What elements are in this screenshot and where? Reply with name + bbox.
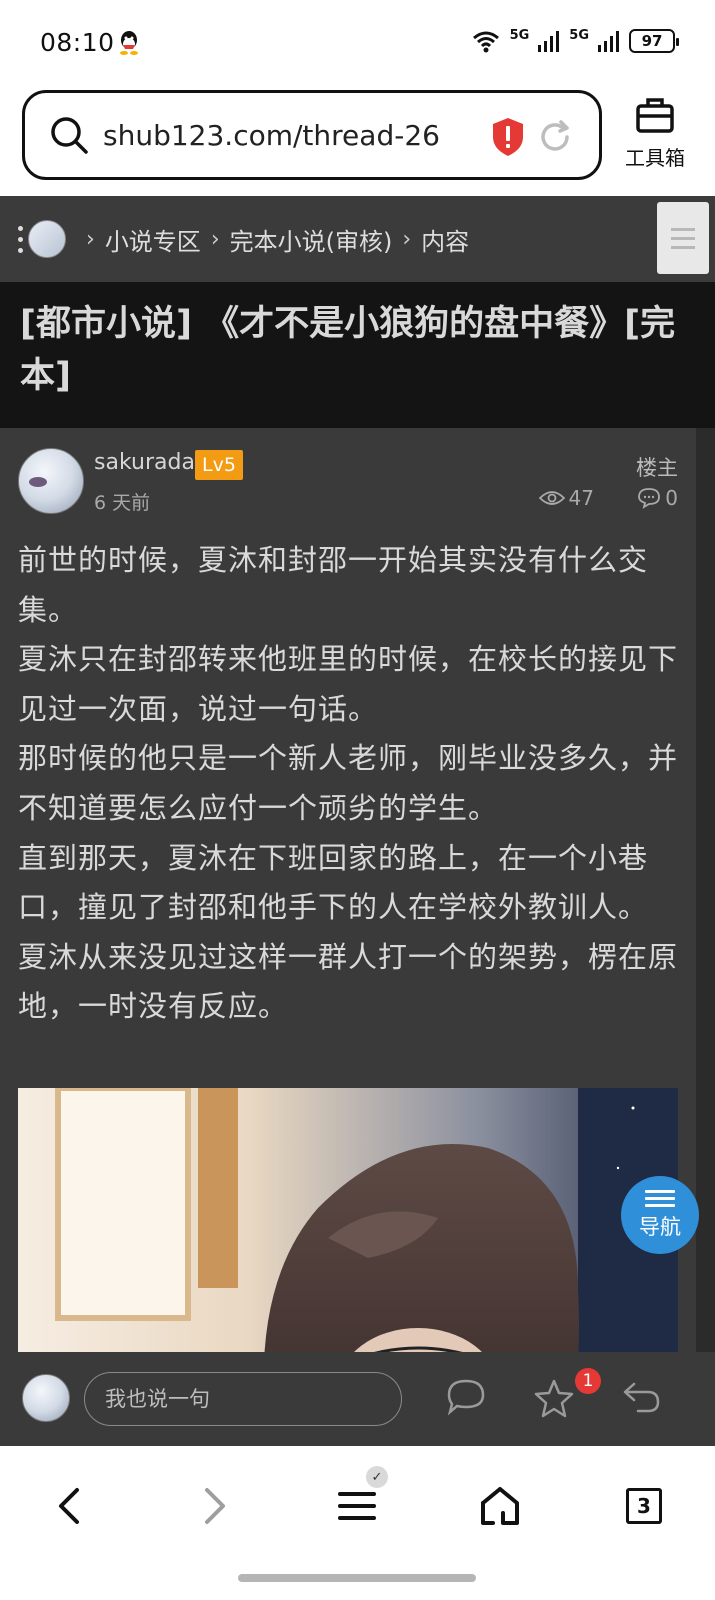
post-card: sakurada Lv5 6 天前 楼主 47 0 前世的时候，夏沐和封邵一开始… (0, 428, 696, 1446)
post-content: 前世的时候，夏沐和封邵一开始其实没有什么交集。 夏沐只在封邵转来他班里的时候，在… (18, 536, 678, 1032)
post-paragraph: 直到那天，夏沐在下班回家的路上，在一个小巷口，撞见了封邵和他手下的人在学校外教训… (18, 840, 649, 925)
check-icon: ✓ (366, 1466, 388, 1488)
post-time: 6 天前 (94, 492, 151, 514)
battery-level: 97 (641, 32, 663, 50)
favorite-count-badge: 1 (575, 1368, 601, 1394)
post-paragraph: 夏沐从来没见过这样一群人打一个的架势，楞在原地，一时没有反应。 (18, 939, 679, 1024)
network-label-2: 5G (569, 28, 589, 43)
site-avatar[interactable] (28, 220, 66, 258)
breadcrumb-item-content: 内容 (421, 227, 470, 256)
comment-icon (638, 488, 661, 509)
page-scrollbar[interactable] (696, 428, 715, 1446)
more-dots-icon[interactable] (18, 225, 24, 253)
post-author-row: sakurada Lv5 6 天前 楼主 47 0 (18, 448, 678, 518)
site-menu-button[interactable] (657, 202, 709, 274)
web-page: › 小说专区 › 完本小说(审核) › 内容 [都市小说] 《才不是小狼狗的盘中… (0, 196, 715, 1446)
reply-bar: 我也说一句 1 (0, 1352, 715, 1446)
status-icons: 5G 5G 97 (470, 28, 679, 54)
comment-icon[interactable] (446, 1378, 486, 1416)
eye-icon (538, 491, 565, 505)
breadcrumb-item-completed[interactable]: 完本小说(审核) (230, 222, 393, 257)
forward-icon (205, 1488, 225, 1524)
floor-owner-label: 楼主 (636, 456, 678, 480)
level-badge: Lv5 (195, 450, 243, 480)
home-button[interactable] (470, 1476, 530, 1536)
toolbox-icon (636, 98, 674, 133)
my-avatar[interactable] (22, 1374, 70, 1422)
back-icon (59, 1488, 79, 1524)
post-paragraph: 前世的时候，夏沐和封邵一开始其实没有什么交集。 (18, 543, 649, 627)
menu-icon (338, 1492, 376, 1520)
reply-count: 0 (637, 486, 678, 510)
qq-icon (120, 31, 138, 55)
reply-count-value: 0 (665, 486, 678, 510)
status-bar: 08:10 5G 5G 97 (0, 0, 715, 88)
address-bar[interactable]: shub123.com/thread-26... (22, 90, 602, 180)
breadcrumb-item-novels[interactable]: 小说专区 (105, 222, 201, 257)
wifi-icon (472, 31, 499, 53)
reply-icon[interactable] (622, 1378, 662, 1416)
signal-icon-2 (598, 31, 619, 52)
home-icon (481, 1487, 519, 1525)
floating-nav-button[interactable]: 导航 (621, 1176, 699, 1254)
tabs-button[interactable]: 3 (614, 1476, 674, 1536)
thread-title-block: [都市小说] 《才不是小狼狗的盘中餐》[完本] (0, 282, 715, 428)
post-paragraph: 那时候的他只是一个新人老师，刚毕业没多久，并不知道要怎么应付一个顽劣的学生。 (18, 741, 679, 825)
forward-button[interactable] (184, 1476, 244, 1536)
toolbox-button[interactable]: 工具箱 (615, 96, 695, 171)
toolbox-label: 工具箱 (625, 146, 685, 170)
breadcrumb-separator: › (210, 226, 220, 252)
status-time: 08:10 (40, 28, 115, 57)
shield-icon[interactable] (491, 117, 525, 157)
author-username[interactable]: sakurada (94, 450, 195, 475)
reload-icon[interactable] (537, 119, 573, 155)
browser-toolbar: shub123.com/thread-26... 工具箱 (0, 88, 715, 196)
view-count: 47 (538, 486, 594, 510)
reply-input[interactable]: 我也说一句 (84, 1372, 402, 1426)
network-label-1: 5G (509, 28, 530, 43)
browser-bottom-nav: ✓ 3 (0, 1446, 715, 1600)
thread-title: [都市小说] 《才不是小狼狗的盘中餐》[完本] (20, 304, 676, 396)
signal-icon (538, 31, 560, 52)
breadcrumb-separator: › (86, 226, 95, 252)
battery-icon: 97 (629, 29, 679, 53)
floating-nav-label: 导航 (639, 1214, 681, 1239)
search-icon (51, 117, 88, 154)
author-avatar[interactable] (18, 448, 84, 514)
post-paragraph: 夏沐只在封邵转来他班里的时候，在校长的接见下见过一次面，说过一句话。 (18, 642, 679, 726)
menu-lines-icon (645, 1189, 675, 1207)
star-icon[interactable] (534, 1378, 574, 1418)
breadcrumb-separator: › (402, 226, 412, 252)
breadcrumb: › 小说专区 › 完本小说(审核) › 内容 (0, 196, 715, 282)
back-button[interactable] (40, 1476, 100, 1536)
home-indicator[interactable] (238, 1574, 476, 1582)
tabs-count: 3 (626, 1488, 662, 1524)
url-text[interactable]: shub123.com/thread-26... (103, 119, 443, 152)
view-count-value: 47 (568, 486, 594, 510)
